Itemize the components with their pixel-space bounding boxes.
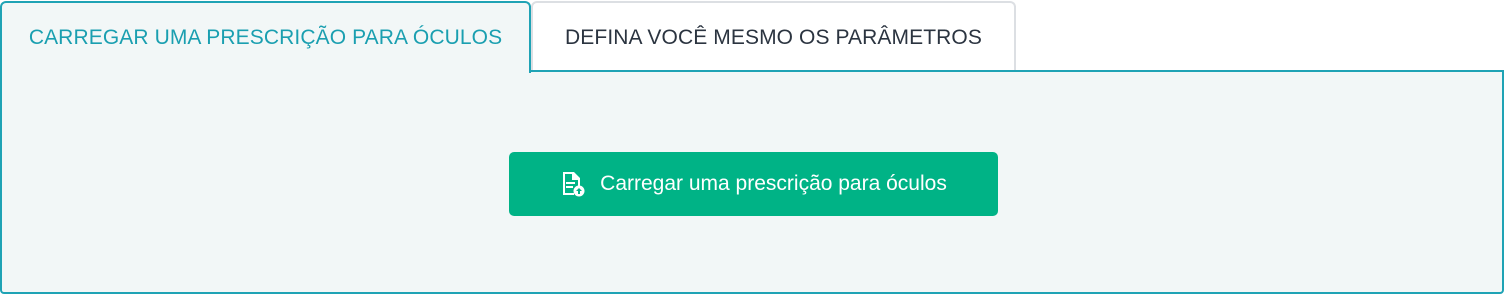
tab-upload-prescription[interactable]: CARREGAR UMA PRESCRIÇÃO PARA ÓCULOS xyxy=(0,1,531,73)
tab-define-parameters-label: DEFINA VOCÊ MESMO OS PARÂMETROS xyxy=(565,25,982,49)
prescription-tabs: CARREGAR UMA PRESCRIÇÃO PARA ÓCULOS DEFI… xyxy=(0,0,1504,294)
upload-prescription-button[interactable]: Carregar uma prescrição para óculos xyxy=(509,152,998,216)
tab-define-parameters[interactable]: DEFINA VOCÊ MESMO OS PARÂMETROS xyxy=(531,1,1016,72)
tab-upload-prescription-label: CARREGAR UMA PRESCRIÇÃO PARA ÓCULOS xyxy=(28,26,503,49)
tab-panel: Carregar uma prescrição para óculos xyxy=(0,70,1504,294)
upload-prescription-button-label: Carregar uma prescrição para óculos xyxy=(600,172,947,195)
document-upload-icon xyxy=(560,171,586,197)
